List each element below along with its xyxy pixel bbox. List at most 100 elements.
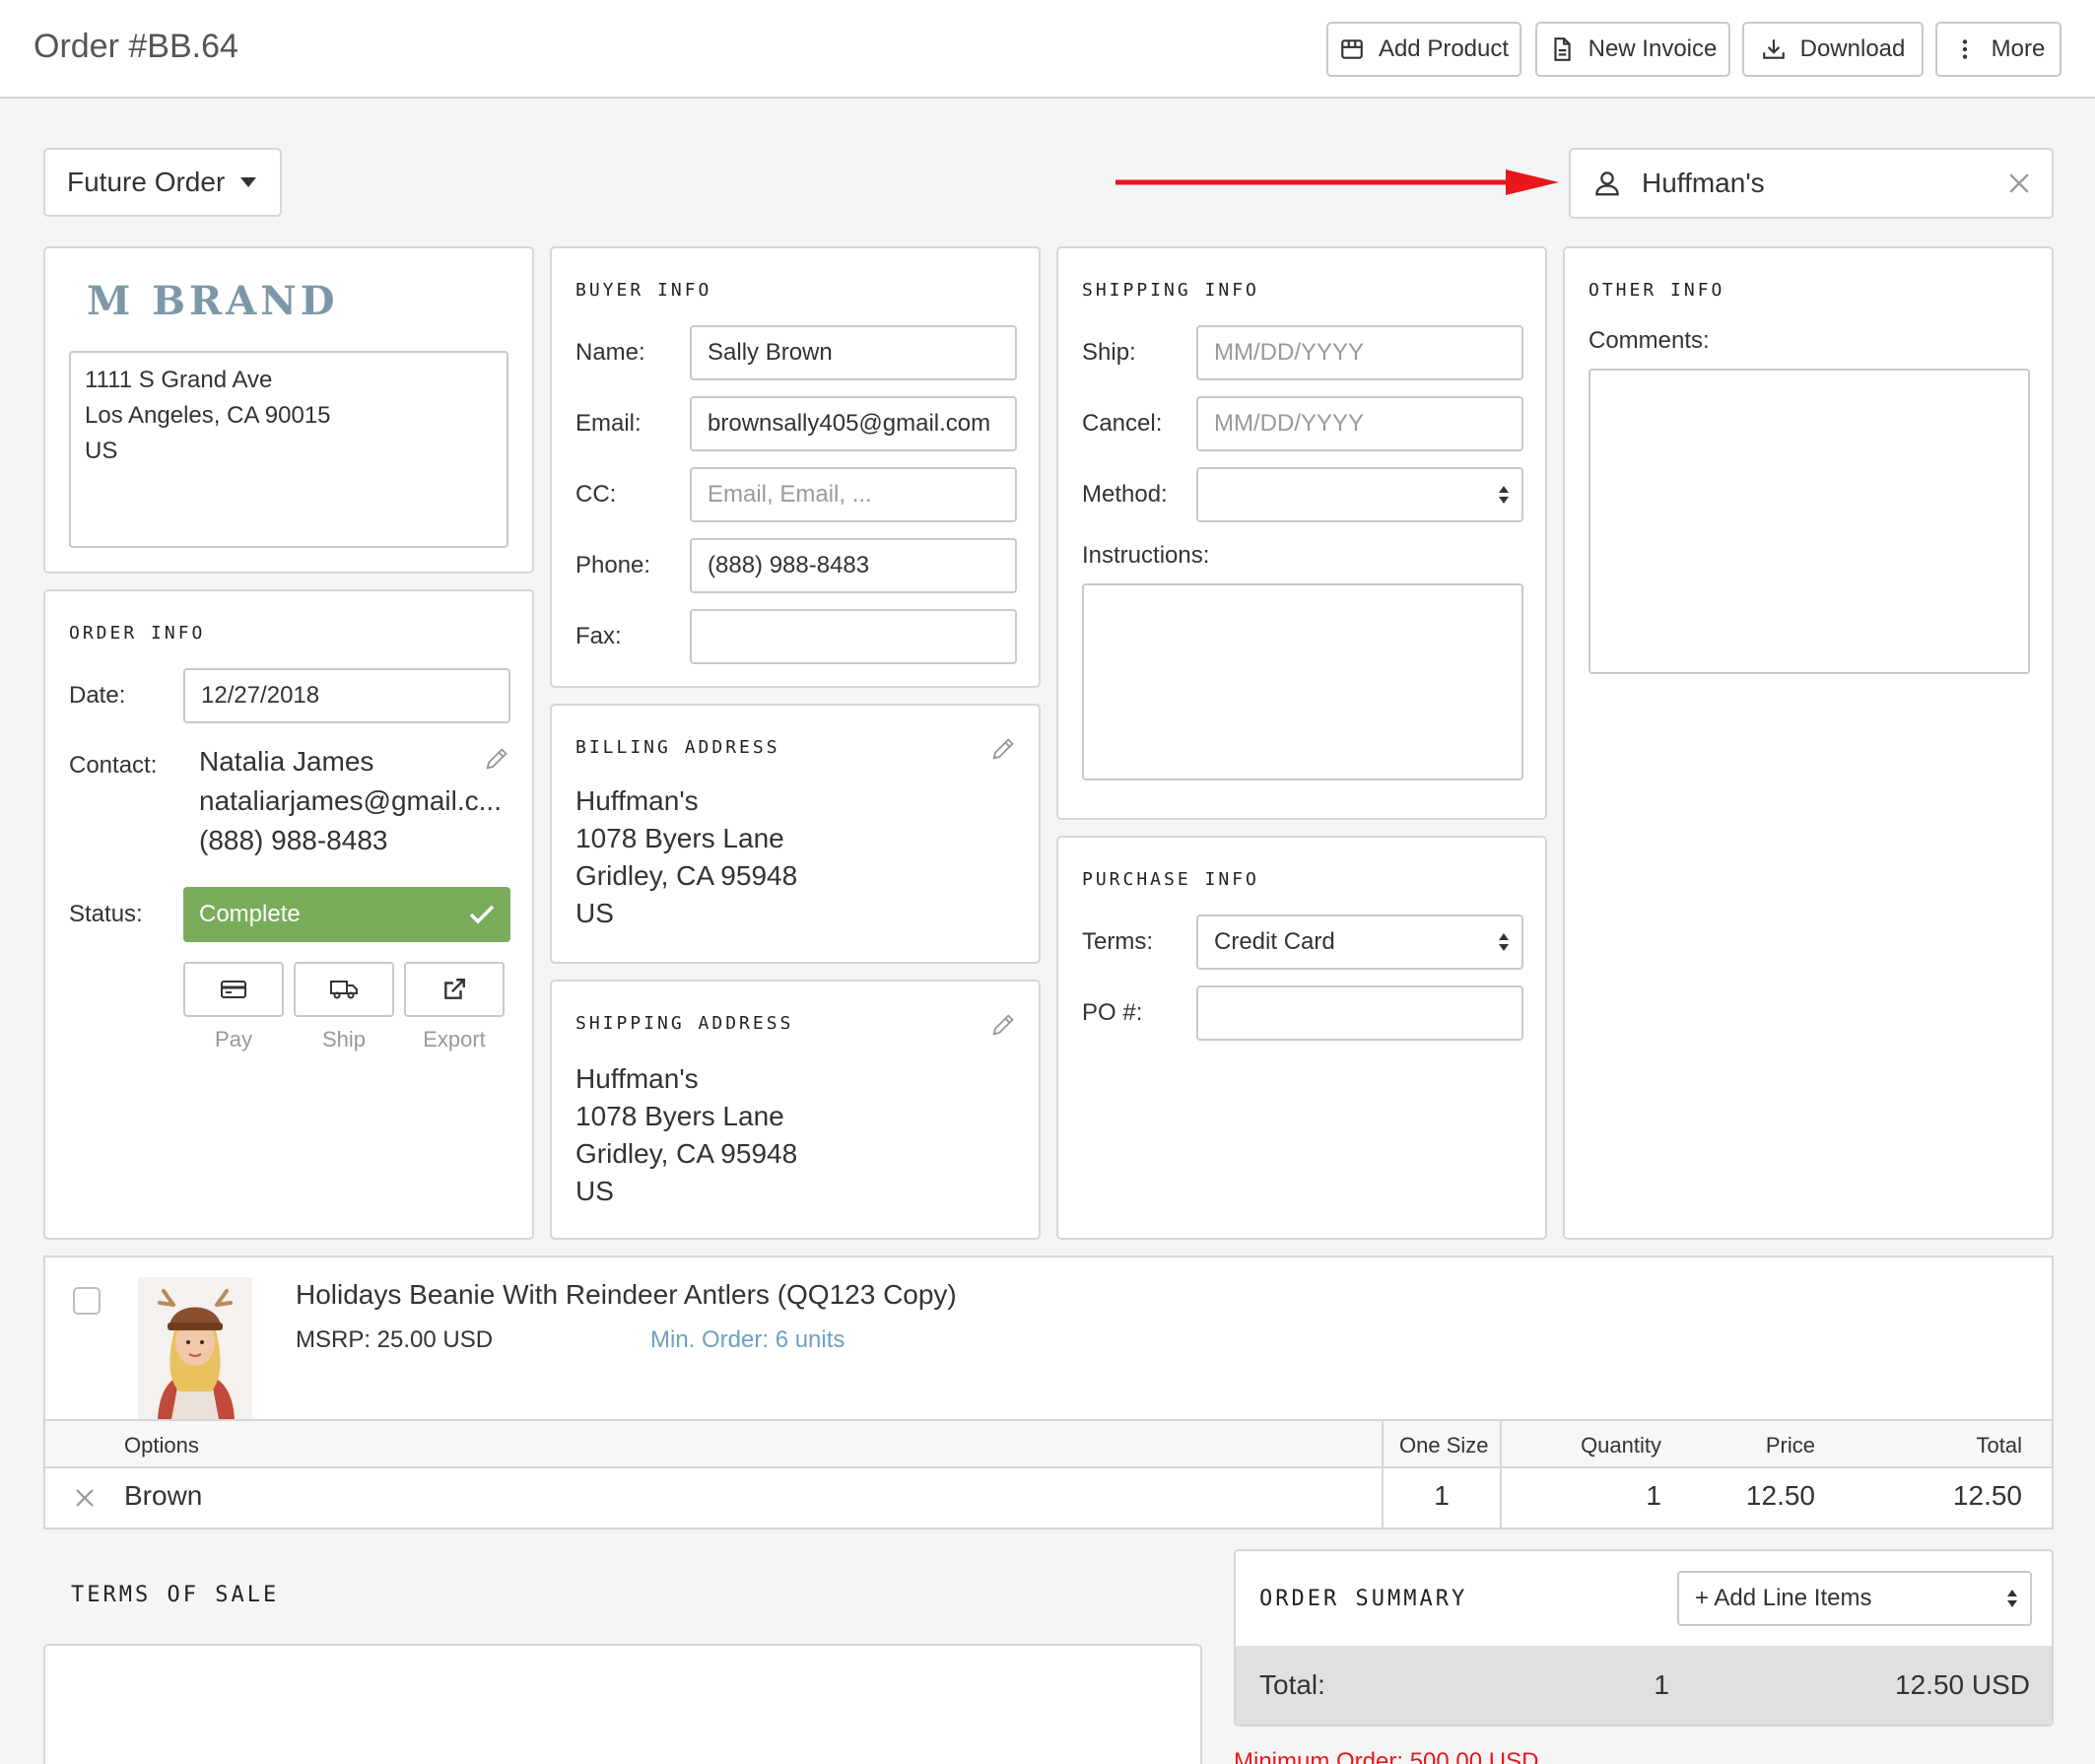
status-label: Status:: [69, 901, 143, 927]
minimum-order-warning: Minimum Order: 500.00 USD: [1234, 1748, 1539, 1764]
order-info-title: ORDER INFO: [69, 623, 206, 644]
new-invoice-button[interactable]: New Invoice: [1535, 22, 1730, 77]
row-price[interactable]: 12.50: [1701, 1480, 1815, 1512]
pay-button[interactable]: [183, 962, 284, 1017]
size-quantity-input[interactable]: 1: [1384, 1480, 1500, 1512]
select-arrows-icon: [2007, 1590, 2017, 1607]
order-type-value: Future Order: [67, 167, 226, 197]
terms-label: Terms:: [1082, 928, 1153, 955]
address-line: Huffman's: [575, 785, 699, 816]
buyer-name-input[interactable]: Sally Brown: [690, 325, 1017, 380]
external-link-icon: [444, 979, 465, 999]
total-amount: 12.50 USD: [1895, 1669, 2030, 1700]
total-label: Total:: [1259, 1669, 1325, 1700]
column-divider: [1382, 1421, 1384, 1466]
address-line: 1078 Byers Lane: [575, 1101, 784, 1131]
order-total-row: Total: 1 12.50 USD: [1236, 1646, 2052, 1725]
phone-label: Phone:: [575, 552, 651, 578]
order-info-card: ORDER INFO Date: 12/27/2018 Contact: Nat…: [43, 589, 534, 1240]
more-button[interactable]: More: [1935, 22, 2061, 77]
option-value: Brown: [124, 1480, 203, 1511]
address-line: Huffman's: [575, 1063, 699, 1094]
ship-button[interactable]: [294, 962, 394, 1017]
box-icon: [1341, 39, 1363, 59]
other-info-title: OTHER INFO: [1588, 280, 1725, 301]
edit-shipping-address-icon[interactable]: [989, 1011, 1017, 1039]
ship-date-input[interactable]: MM/DD/YYYY: [1196, 325, 1523, 380]
instructions-label: Instructions:: [1082, 542, 1210, 569]
close-icon[interactable]: [2008, 172, 2030, 194]
terms-of-sale-textarea[interactable]: [43, 1644, 1202, 1764]
comments-label: Comments:: [1588, 327, 1710, 354]
po-label: PO #:: [1082, 999, 1143, 1026]
download-button[interactable]: Download: [1742, 22, 1924, 77]
options-header: Options: [124, 1433, 199, 1458]
contact-label: Contact:: [69, 752, 158, 779]
address-line: 1078 Byers Lane: [575, 823, 784, 853]
ship-label: Ship: [321, 1027, 367, 1052]
table-row: Brown 1 1 12.50 12.50: [45, 1468, 2052, 1527]
pay-label: Pay: [215, 1027, 252, 1052]
document-icon: [1554, 37, 1571, 61]
product-thumbnail[interactable]: [138, 1277, 252, 1419]
shipping-method-select[interactable]: [1196, 467, 1523, 522]
status-dropdown[interactable]: Complete: [183, 887, 510, 942]
caret-down-icon: [240, 177, 257, 187]
product-checkbox[interactable]: [73, 1287, 101, 1315]
name-label: Name:: [575, 339, 645, 366]
address-line: Gridley, CA 95948: [575, 860, 798, 891]
shipping-info-card: SHIPPING INFO Ship: MM/DD/YYYY Cancel: M…: [1056, 246, 1547, 820]
billing-address-card: BILLING ADDRESS Huffman's 1078 Byers Lan…: [550, 704, 1041, 964]
line-item-table-header: Options One Size Quantity Price Total: [45, 1419, 2052, 1468]
product-line-item: Holidays Beanie With Reindeer Antlers (Q…: [43, 1255, 2054, 1529]
order-type-dropdown[interactable]: Future Order: [43, 148, 282, 217]
size-header: One Size: [1399, 1433, 1489, 1458]
total-quantity: 1: [1654, 1669, 1669, 1700]
kebab-menu-icon: [1962, 39, 1967, 59]
edit-contact-icon[interactable]: [483, 745, 510, 773]
address-line: US: [575, 898, 614, 928]
order-summary-title: ORDER SUMMARY: [1259, 1587, 1468, 1611]
purchase-info-card: PURCHASE INFO Terms: Credit Card PO #:: [1056, 836, 1547, 1240]
export-button[interactable]: [404, 962, 505, 1017]
contact-email: nataliarjames@gmail.c...: [199, 785, 502, 816]
more-label: More: [1991, 35, 2046, 62]
product-name[interactable]: Holidays Beanie With Reindeer Antlers (Q…: [296, 1279, 957, 1311]
comments-textarea[interactable]: [1588, 369, 2030, 674]
shipping-address-title: SHIPPING ADDRESS: [575, 1013, 794, 1034]
contact-name: Natalia James: [199, 746, 374, 777]
instructions-textarea[interactable]: [1082, 583, 1523, 780]
add-line-items-select[interactable]: + Add Line Items: [1677, 1571, 2032, 1626]
select-arrows-icon: [1499, 486, 1509, 504]
product-min-order: Min. Order: 6 units: [650, 1326, 845, 1353]
method-label: Method:: [1082, 481, 1168, 508]
export-label: Export: [423, 1027, 486, 1052]
shipping-info-title: SHIPPING INFO: [1082, 280, 1259, 301]
other-info-card: OTHER INFO Comments:: [1563, 246, 2054, 1240]
select-arrows-icon: [1499, 933, 1509, 951]
shipping-address-card: SHIPPING ADDRESS Huffman's 1078 Byers La…: [550, 980, 1041, 1240]
add-product-button[interactable]: Add Product: [1326, 22, 1521, 77]
terms-of-sale-title: TERMS OF SALE: [71, 1583, 280, 1607]
cc-input[interactable]: Email, Email, ...: [690, 467, 1017, 522]
billing-address-text: Huffman's 1078 Byers Lane Gridley, CA 95…: [575, 782, 797, 932]
buyer-email-input[interactable]: brownsally405@gmail.com: [690, 396, 1017, 451]
shipping-address-text: Huffman's 1078 Byers Lane Gridley, CA 95…: [575, 1060, 797, 1210]
address-line: 1111 S Grand Ave: [85, 367, 273, 393]
fax-input[interactable]: [690, 609, 1017, 664]
add-product-label: Add Product: [1378, 35, 1510, 62]
buyer-info-card: BUYER INFO Name: Sally Brown Email: brow…: [550, 246, 1041, 688]
order-date-input[interactable]: 12/27/2018: [183, 668, 510, 723]
buyer-phone-input[interactable]: (888) 988-8483: [690, 538, 1017, 593]
po-input[interactable]: [1196, 985, 1523, 1041]
customer-select[interactable]: Huffman's: [1569, 148, 2054, 219]
cancel-date-input[interactable]: MM/DD/YYYY: [1196, 396, 1523, 451]
page-title: Order #BB.64: [34, 28, 238, 65]
column-divider: [1500, 1421, 1502, 1466]
edit-billing-icon[interactable]: [989, 735, 1017, 763]
customer-name: Huffman's: [1642, 168, 1765, 198]
row-quantity: 1: [1646, 1480, 1661, 1511]
terms-select[interactable]: Credit Card: [1196, 915, 1523, 970]
remove-row-icon[interactable]: [75, 1488, 95, 1508]
order-summary-card: ORDER SUMMARY + Add Line Items Total: 1 …: [1234, 1549, 2054, 1727]
